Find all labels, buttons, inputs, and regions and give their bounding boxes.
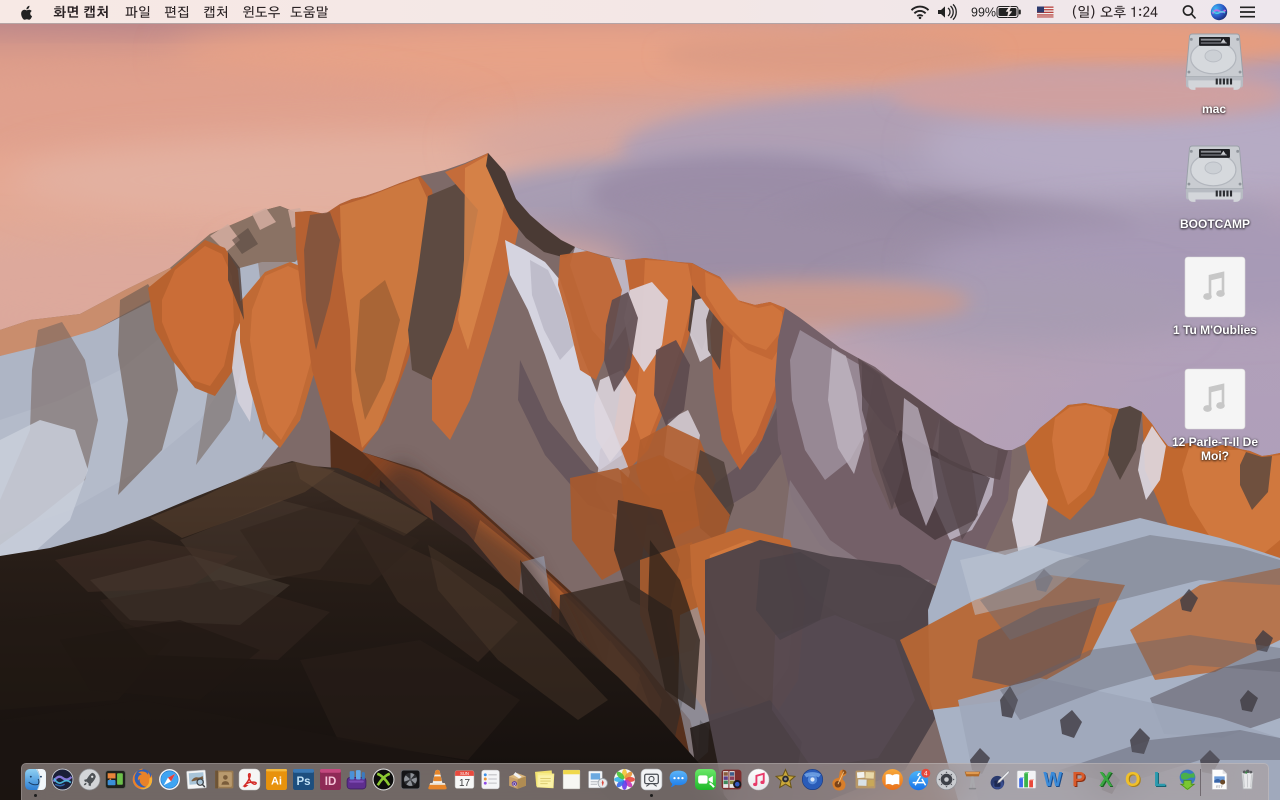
svg-text:P: P — [1073, 769, 1086, 791]
svg-text:SUN: SUN — [460, 771, 469, 776]
svg-text:Ai: Ai — [271, 776, 282, 788]
svg-text:X: X — [1099, 769, 1113, 791]
svg-text:W: W — [1043, 769, 1062, 791]
svg-text:O: O — [1125, 769, 1140, 791]
svg-text:4: 4 — [924, 770, 928, 777]
svg-text:Ps: Ps — [296, 776, 310, 788]
svg-text:17: 17 — [458, 778, 470, 789]
svg-text:99%: 99% — [971, 6, 996, 20]
svg-text:L: L — [1153, 769, 1165, 791]
svg-text:RTF: RTF — [1216, 785, 1224, 789]
svg-text:Q: Q — [513, 782, 517, 787]
svg-text:ID: ID — [324, 776, 336, 788]
